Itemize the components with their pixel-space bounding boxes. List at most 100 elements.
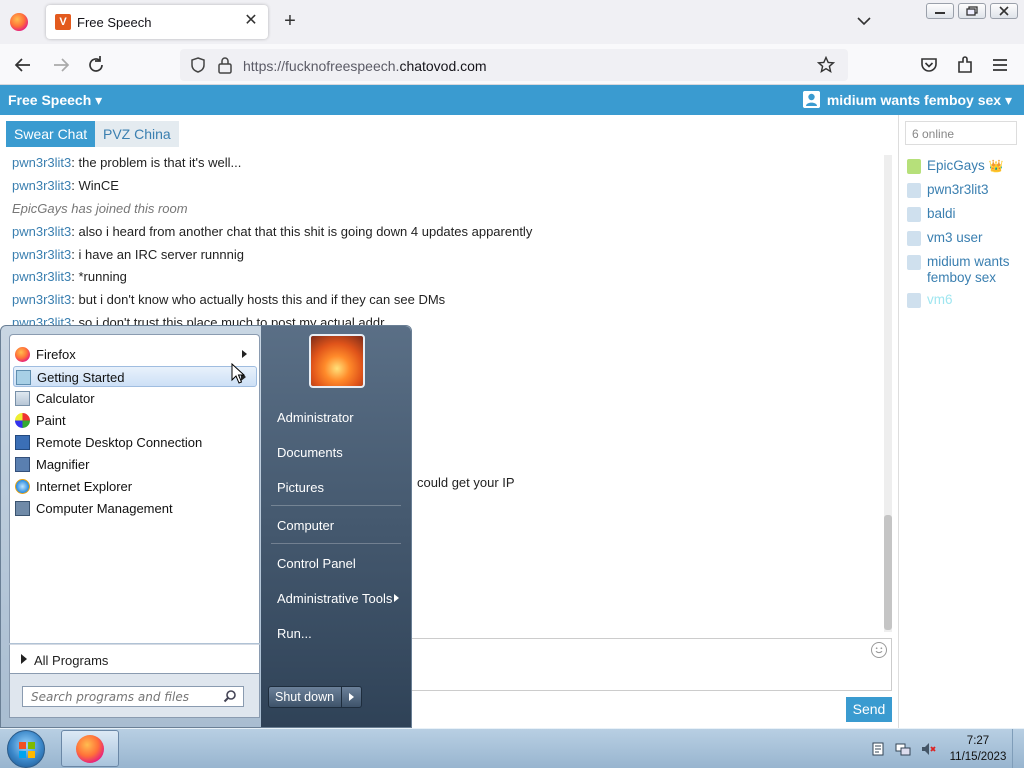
room-title-dropdown[interactable]: Free Speech ▾: [8, 92, 102, 109]
places-administrator[interactable]: Administrator: [277, 410, 354, 425]
message-nick[interactable]: pwn3r3lit3: [12, 178, 71, 193]
volume-muted-icon[interactable]: [920, 741, 936, 757]
program-internet-explorer[interactable]: Internet Explorer: [13, 476, 257, 497]
user-icon: [907, 231, 921, 246]
room-tab-pvz-china[interactable]: PVZ China: [95, 121, 179, 147]
message-input[interactable]: [410, 638, 892, 691]
message-text: : the problem is that it's well...: [71, 155, 242, 170]
browser-tab[interactable]: V Free Speech ✕: [46, 5, 268, 39]
pocket-icon[interactable]: [918, 54, 940, 76]
places-documents[interactable]: Documents: [277, 445, 343, 460]
taskbar: 7:27 11/15/2023: [0, 728, 1024, 768]
show-desktop-button[interactable]: [1012, 729, 1024, 768]
chevron-down-icon[interactable]: [855, 12, 873, 30]
user-list-item[interactable]: vm6: [907, 292, 953, 308]
start-menu-places: Administrator Documents Pictures Compute…: [261, 326, 411, 727]
emoji-smiley-icon[interactable]: [871, 642, 887, 658]
places-control-panel[interactable]: Control Panel: [277, 556, 356, 571]
back-arrow-icon[interactable]: [12, 54, 34, 76]
taskbar-firefox-button[interactable]: [61, 730, 119, 767]
bookmark-star-icon[interactable]: [817, 56, 835, 74]
user-icon: [907, 159, 921, 174]
user-picture[interactable]: [309, 334, 365, 388]
message-text: : but i don't know who actually hosts th…: [71, 292, 446, 307]
start-button[interactable]: [7, 730, 45, 768]
program-getting-started[interactable]: Getting Started: [13, 366, 257, 387]
program-paint[interactable]: Paint: [13, 410, 257, 431]
firefox-icon: [15, 347, 30, 362]
message-nick[interactable]: pwn3r3lit3: [12, 155, 71, 170]
browser-tab-bar: V Free Speech ✕ +: [0, 0, 1024, 44]
clock-date[interactable]: 11/15/2023: [940, 751, 1016, 763]
message-scrollbar-thumb[interactable]: [884, 515, 892, 630]
message-nick[interactable]: pwn3r3lit3: [12, 292, 71, 307]
close-tab-icon[interactable]: ✕: [242, 12, 260, 30]
mouse-cursor-icon: [231, 363, 245, 384]
menu-hamburger-icon[interactable]: [989, 54, 1011, 76]
minimize-window-button[interactable]: [926, 3, 954, 19]
message-nick[interactable]: pwn3r3lit3: [12, 247, 71, 262]
message-text: : WinCE: [71, 178, 119, 193]
message-nick[interactable]: pwn3r3lit3: [12, 224, 71, 239]
reload-icon[interactable]: [85, 54, 107, 76]
forward-arrow-icon[interactable]: [50, 54, 72, 76]
url-text[interactable]: https://fucknofreespeech.chatovod.com: [243, 58, 487, 74]
places-computer[interactable]: Computer: [277, 518, 334, 533]
user-icon: [907, 183, 921, 198]
user-list-item[interactable]: baldi: [907, 206, 956, 222]
new-tab-icon[interactable]: +: [280, 11, 300, 31]
clock-time[interactable]: 7:27: [958, 735, 998, 747]
user-name: midium wants femboy sex: [927, 254, 1010, 285]
internet-explorer-icon: [15, 479, 30, 494]
places-run[interactable]: Run...: [277, 626, 312, 641]
user-list-item[interactable]: EpicGays 👑: [907, 158, 1004, 174]
start-search-input[interactable]: [22, 686, 244, 707]
submenu-arrow-icon[interactable]: [394, 594, 399, 602]
separator: [271, 543, 401, 544]
user-name: vm6: [927, 292, 953, 307]
pinned-programs-list: Firefox Getting Started Calculator Paint…: [9, 334, 260, 643]
places-administrative-tools[interactable]: Administrative Tools: [277, 591, 392, 606]
message-nick[interactable]: pwn3r3lit3: [12, 269, 71, 284]
user-list-item[interactable]: pwn3r3lit3: [907, 182, 989, 198]
program-firefox[interactable]: Firefox: [13, 344, 257, 365]
user-menu-dropdown[interactable]: midium wants femboy sex ▾: [827, 92, 1012, 109]
close-window-button[interactable]: [990, 3, 1018, 19]
action-center-icon[interactable]: [870, 741, 886, 757]
message: pwn3r3lit3: i have an IRC server runnnig: [12, 247, 244, 262]
paint-icon: [15, 413, 30, 428]
places-pictures[interactable]: Pictures: [277, 480, 324, 495]
lock-icon[interactable]: [217, 56, 233, 74]
remote-desktop-icon: [15, 435, 30, 450]
user-icon: [907, 293, 921, 308]
program-calculator[interactable]: Calculator: [13, 388, 257, 409]
message: pwn3r3lit3: *running: [12, 269, 127, 284]
shutdown-button[interactable]: Shut down: [268, 686, 362, 708]
shutdown-options-arrow-icon[interactable]: [341, 687, 362, 707]
firefox-view-icon[interactable]: [10, 13, 28, 31]
room-tab-swear-chat[interactable]: Swear Chat: [6, 121, 96, 147]
program-remote-desktop[interactable]: Remote Desktop Connection: [13, 432, 257, 453]
user-list-item[interactable]: midium wants femboy sex: [907, 254, 1019, 286]
getting-started-icon: [16, 370, 31, 385]
message: pwn3r3lit3: but i don't know who actuall…: [12, 292, 445, 307]
user-list-item[interactable]: vm3 user: [907, 230, 983, 246]
submenu-arrow-icon[interactable]: [242, 350, 247, 358]
shield-icon[interactable]: [189, 56, 207, 74]
user-avatar-icon[interactable]: [803, 91, 820, 108]
restore-window-button[interactable]: [958, 3, 986, 19]
search-icon[interactable]: [223, 689, 237, 703]
send-button[interactable]: Send: [846, 697, 892, 722]
all-programs-button[interactable]: All Programs: [9, 644, 260, 674]
program-computer-management[interactable]: Computer Management: [13, 498, 257, 519]
chat-header: Free Speech ▾ midium wants femboy sex ▾: [0, 85, 1024, 115]
windows-logo-icon: [19, 742, 35, 758]
separator: [271, 505, 401, 506]
extensions-icon[interactable]: [954, 54, 976, 76]
address-bar[interactable]: https://fucknofreespeech.chatovod.com: [180, 49, 848, 81]
program-magnifier[interactable]: Magnifier: [13, 454, 257, 475]
tab-title: Free Speech: [77, 15, 152, 30]
network-icon[interactable]: [895, 741, 911, 757]
user-name: vm3 user: [927, 230, 983, 245]
message: pwn3r3lit3: the problem is that it's wel…: [12, 155, 241, 170]
